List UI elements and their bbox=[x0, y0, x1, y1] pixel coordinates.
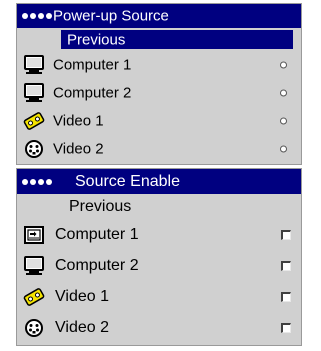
video-cassette-icon bbox=[23, 287, 45, 307]
power-up-option-previous-label: Previous bbox=[67, 31, 126, 48]
power-up-source-title: Power-up Source bbox=[53, 7, 169, 25]
source-enable-option-video-1-label: Video 1 bbox=[55, 287, 109, 305]
source-enable-title: Source Enable bbox=[75, 172, 180, 190]
source-enable-option-video-2-label: Video 2 bbox=[55, 318, 109, 336]
source-enable-menu: Source Enable Previous Computer 1 Comput… bbox=[16, 168, 302, 346]
s-video-connector-icon bbox=[23, 139, 45, 159]
source-enable-option-video-1[interactable]: Video 1 bbox=[17, 281, 301, 312]
power-up-option-previous[interactable]: Previous bbox=[17, 28, 301, 51]
source-enable-option-previous-label: Previous bbox=[69, 197, 132, 215]
menu-dots-icon bbox=[22, 178, 52, 185]
menu-dots-icon bbox=[22, 13, 52, 19]
power-up-option-video-2-label: Video 2 bbox=[53, 140, 104, 158]
power-up-source-title-bar: Power-up Source bbox=[17, 4, 301, 28]
monitor-icon bbox=[23, 55, 45, 75]
power-up-option-video-2[interactable]: Video 2 bbox=[17, 135, 301, 163]
source-enable-option-previous[interactable]: Previous bbox=[17, 194, 301, 219]
source-enable-option-computer-1[interactable]: Computer 1 bbox=[17, 219, 301, 250]
power-up-option-computer-2[interactable]: Computer 2 bbox=[17, 79, 301, 107]
computer-2-checkbox[interactable] bbox=[281, 260, 291, 271]
source-enable-option-computer-2-label: Computer 2 bbox=[55, 256, 139, 274]
power-up-option-computer-1[interactable]: Computer 1 bbox=[17, 51, 301, 79]
computer-input-icon bbox=[23, 225, 45, 245]
video-1-checkbox[interactable] bbox=[281, 291, 291, 302]
computer-1-checkbox[interactable] bbox=[281, 229, 291, 240]
power-up-option-video-1[interactable]: Video 1 bbox=[17, 107, 301, 135]
video-1-radio[interactable] bbox=[280, 117, 287, 125]
computer-2-radio[interactable] bbox=[280, 89, 287, 97]
source-enable-title-bar: Source Enable bbox=[17, 169, 301, 194]
power-up-source-menu: Power-up Source Previous Computer 1 Comp… bbox=[16, 3, 302, 165]
video-2-radio[interactable] bbox=[280, 145, 287, 153]
monitor-icon bbox=[23, 255, 45, 276]
s-video-connector-icon bbox=[23, 318, 45, 338]
power-up-option-computer-2-label: Computer 2 bbox=[53, 84, 132, 102]
video-2-checkbox[interactable] bbox=[281, 322, 291, 333]
power-up-option-video-1-label: Video 1 bbox=[53, 112, 104, 130]
video-cassette-icon bbox=[23, 111, 45, 131]
power-up-option-computer-1-label: Computer 1 bbox=[53, 56, 132, 74]
source-enable-option-computer-2[interactable]: Computer 2 bbox=[17, 250, 301, 281]
source-enable-option-computer-1-label: Computer 1 bbox=[55, 225, 139, 243]
computer-1-radio[interactable] bbox=[280, 61, 287, 69]
source-enable-option-video-2[interactable]: Video 2 bbox=[17, 312, 301, 343]
monitor-icon bbox=[23, 83, 45, 103]
